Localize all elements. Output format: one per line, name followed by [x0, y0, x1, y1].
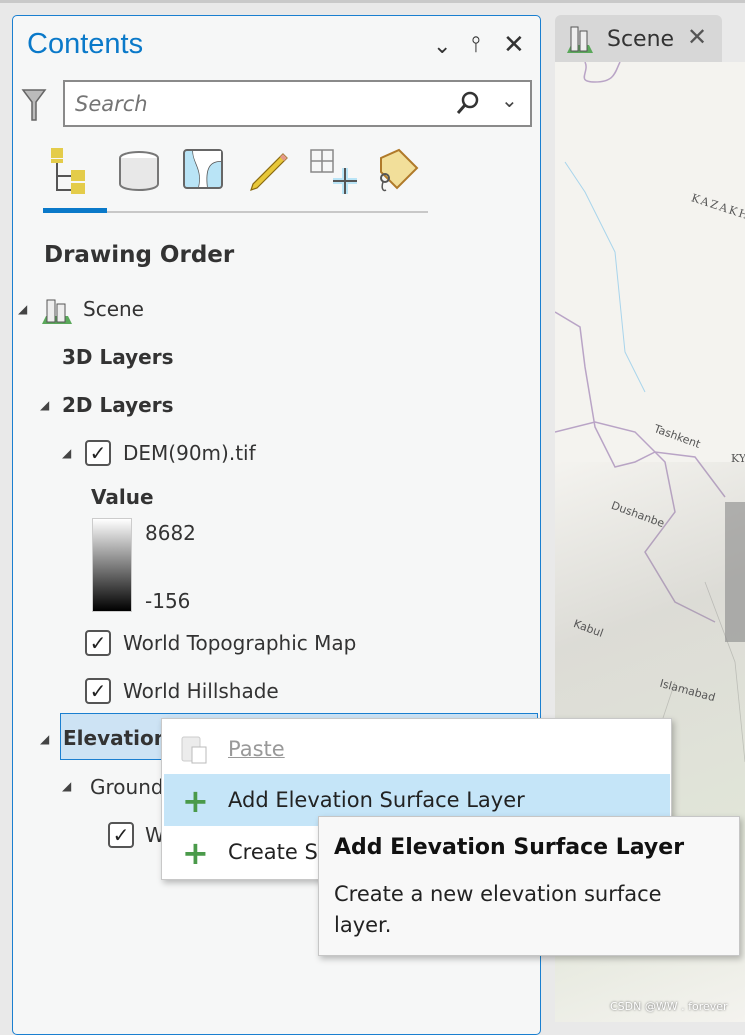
- list-by-labeling-icon[interactable]: [373, 148, 421, 200]
- search-box: ⌄: [63, 80, 532, 127]
- layer-visibility-checkbox[interactable]: ✓: [108, 822, 134, 848]
- search-options-chevron-icon[interactable]: ⌄: [501, 88, 518, 112]
- tree-item-3d-layers[interactable]: 3D Layers: [62, 345, 173, 369]
- list-by-drawing-order-icon[interactable]: [49, 146, 99, 198]
- tree-item-hillshade[interactable]: World Hillshade: [123, 679, 279, 703]
- tooltip-title: Add Elevation Surface Layer: [334, 835, 685, 860]
- collapse-triangle-icon[interactable]: ◢: [62, 446, 71, 460]
- close-tab-icon[interactable]: ✕: [687, 23, 707, 51]
- filter-icon[interactable]: [21, 86, 47, 126]
- tree-item-2d-layers[interactable]: 2D Layers: [62, 393, 173, 417]
- search-input[interactable]: [65, 82, 445, 125]
- menu-item-label: Paste: [228, 737, 285, 761]
- tab-scene[interactable]: Scene ✕: [555, 15, 722, 63]
- options-chevron-icon[interactable]: ⌄: [433, 34, 451, 59]
- tooltip-body: Create a new elevation surface layer.: [334, 882, 662, 937]
- collapse-triangle-icon[interactable]: ◢: [18, 302, 27, 316]
- collapse-triangle-icon[interactable]: ◢: [62, 779, 71, 793]
- collapse-triangle-icon[interactable]: ◢: [40, 398, 49, 412]
- plus-icon: +: [182, 834, 209, 872]
- layer-visibility-checkbox[interactable]: ✓: [85, 440, 111, 466]
- map-label: KY: [731, 452, 745, 465]
- dem-overlay: [725, 502, 745, 642]
- list-by-editing-icon[interactable]: [247, 150, 289, 196]
- pane-title: Contents: [27, 28, 144, 60]
- tab-scene-label: Scene: [607, 27, 675, 52]
- legend-color-ramp: [92, 518, 132, 612]
- menu-item-label: Add Elevation Surface Layer: [228, 788, 525, 812]
- watermark: CSDN @WW . forever: [610, 1000, 728, 1013]
- paste-icon: [180, 733, 210, 770]
- list-by-data-source-icon[interactable]: [117, 150, 161, 196]
- tree-item-elevation-label: Elevation: [63, 726, 169, 750]
- list-by-selection-icon[interactable]: [183, 149, 225, 195]
- tooltip: Add Elevation Surface Layer Create a new…: [318, 816, 740, 956]
- section-title: Drawing Order: [44, 242, 235, 268]
- layer-visibility-checkbox[interactable]: ✓: [85, 630, 111, 656]
- scene-icon: [39, 294, 73, 330]
- close-icon[interactable]: ✕: [503, 30, 525, 60]
- tree-item-topo[interactable]: World Topographic Map: [123, 631, 356, 655]
- menu-item-paste[interactable]: Paste: [164, 723, 670, 775]
- pin-icon[interactable]: ⫯: [471, 32, 481, 57]
- legend-max: 8682: [145, 521, 196, 545]
- view-tab-selected-indicator: [43, 208, 107, 213]
- menu-item-label: Create S: [228, 840, 318, 864]
- legend-title: Value: [91, 485, 154, 509]
- window-top-border: [0, 0, 745, 3]
- list-by-snapping-icon[interactable]: [309, 148, 357, 200]
- tree-item-dem[interactable]: DEM(90m).tif: [123, 441, 256, 465]
- tree-item-scene[interactable]: Scene: [83, 297, 144, 321]
- plus-icon: +: [182, 782, 209, 820]
- layer-visibility-checkbox[interactable]: ✓: [85, 678, 111, 704]
- search-icon[interactable]: [455, 90, 481, 120]
- scene-icon: [565, 23, 595, 59]
- legend-min: -156: [145, 589, 191, 613]
- collapse-triangle-icon[interactable]: ◢: [40, 732, 49, 746]
- tree-item-ground[interactable]: Ground: [90, 775, 164, 799]
